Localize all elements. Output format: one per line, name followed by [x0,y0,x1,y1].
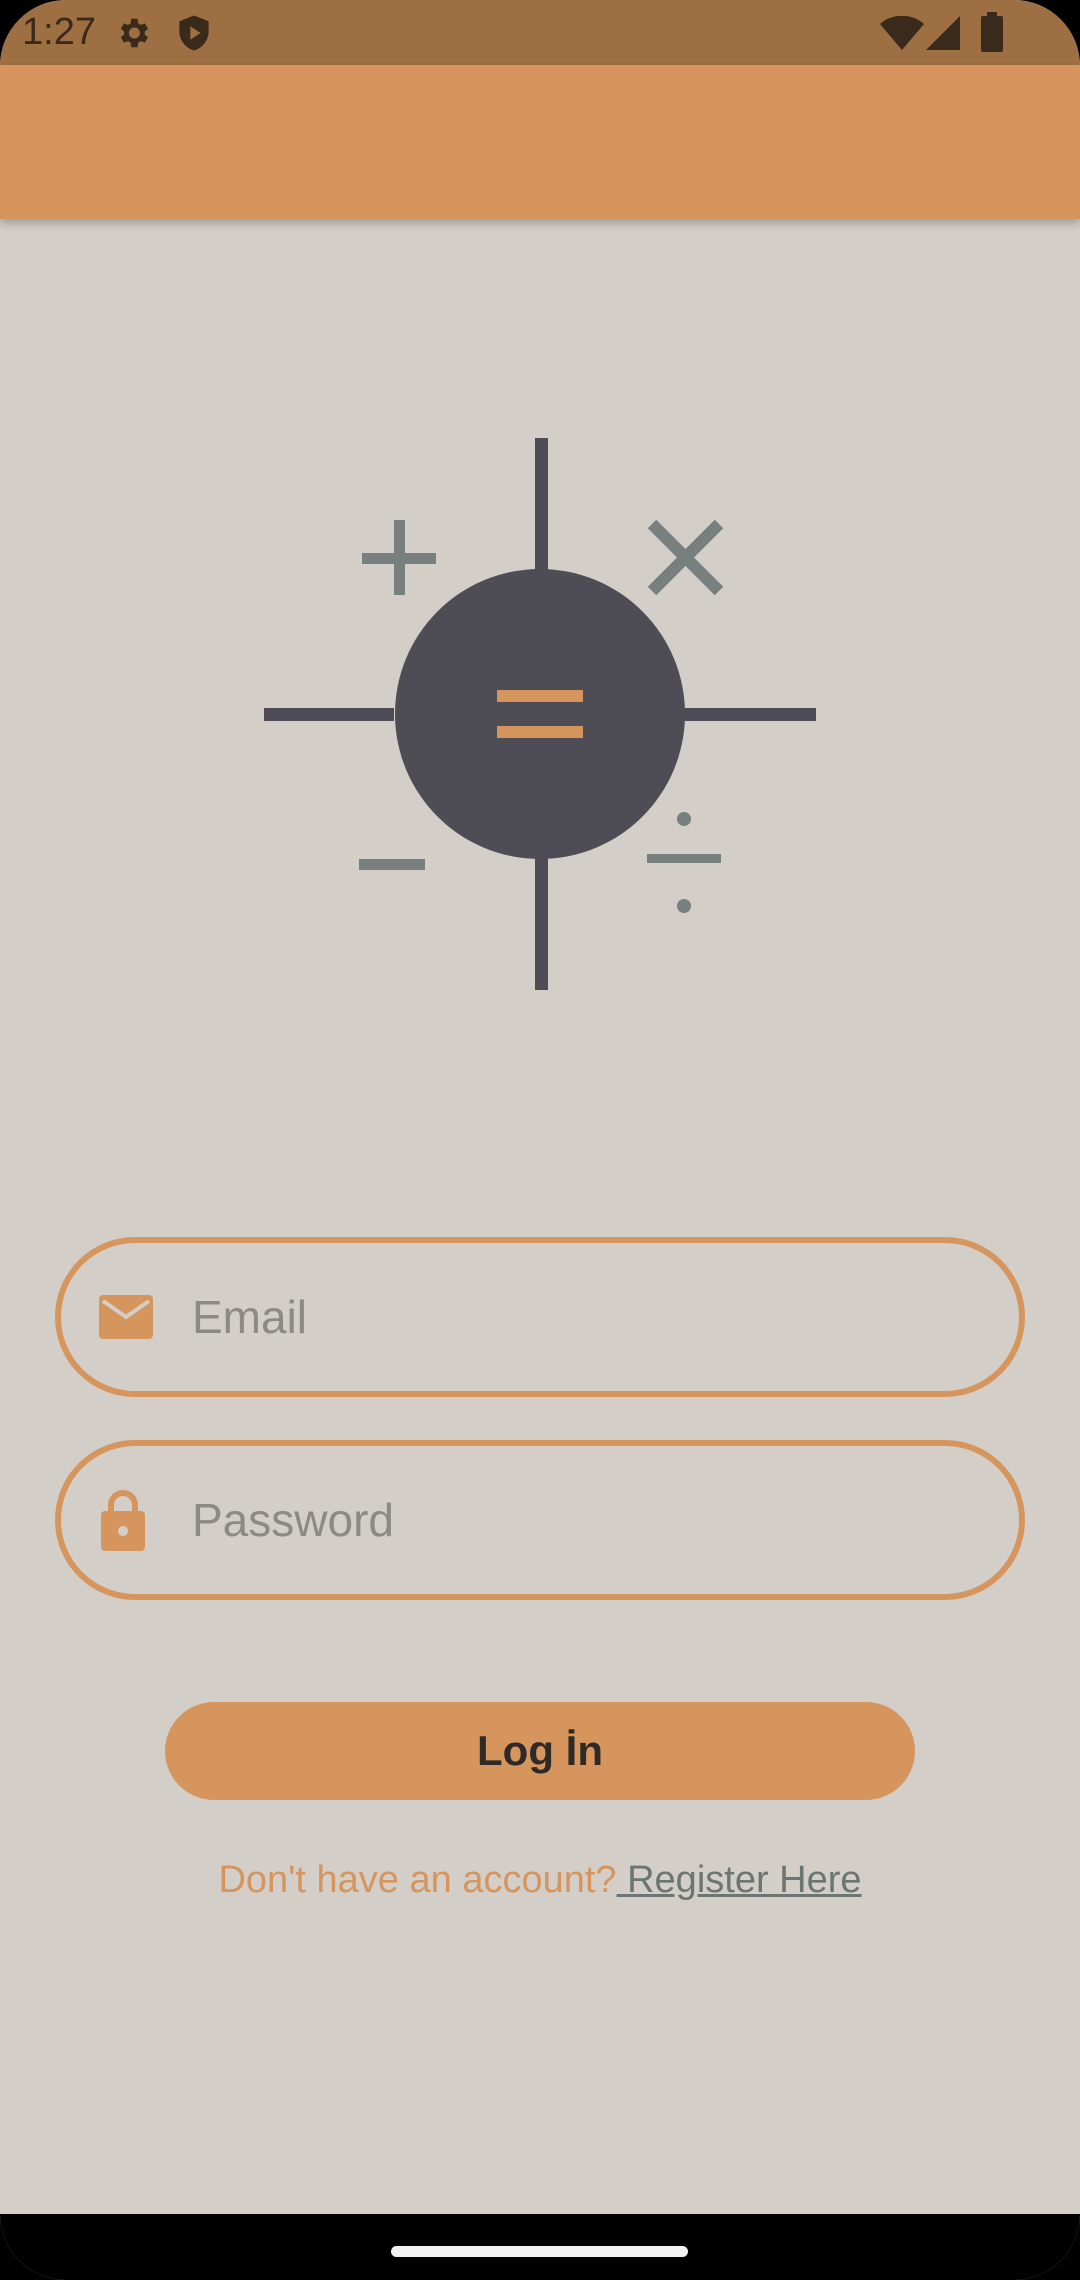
logo-line-left [264,708,394,721]
status-time: 1:27 [22,11,96,53]
logo-line-top [535,438,548,573]
equals-icon-bottom [497,726,583,738]
navigation-bar [0,2214,1080,2280]
login-button[interactable]: Log İn [165,1702,915,1800]
settings-icon [120,18,149,48]
logo-line-right [684,708,816,721]
plus-icon [362,520,436,595]
shield-play-icon [179,15,209,51]
password-placeholder: Password [192,1494,394,1546]
register-prompt: Don't have an account? [218,1859,617,1901]
register-line: Don't have an account? Register Here [0,1850,1080,1910]
email-placeholder: Email [192,1291,308,1343]
battery-icon [981,12,1003,52]
logo-line-bottom [535,856,548,990]
status-bar: 1:27 [0,0,1080,65]
calculator-logo-icon [264,438,816,990]
minus-icon [359,859,425,870]
logo-circle [395,569,685,859]
email-field[interactable]: Email [55,1237,1025,1397]
home-handle[interactable] [391,2246,688,2257]
email-icon [99,1295,153,1339]
wifi-icon [880,16,924,50]
app-bar [0,65,1080,219]
register-link[interactable]: Register Here [617,1859,861,1901]
password-field[interactable]: Password [55,1440,1025,1600]
cell-signal-icon [926,16,960,50]
lock-icon [101,1490,145,1551]
login-screen: 1:27 Email Password Log İn Don't have an… [0,0,1080,2280]
divide-icon [647,812,721,913]
equals-icon-top [497,690,583,702]
times-icon [647,519,724,596]
